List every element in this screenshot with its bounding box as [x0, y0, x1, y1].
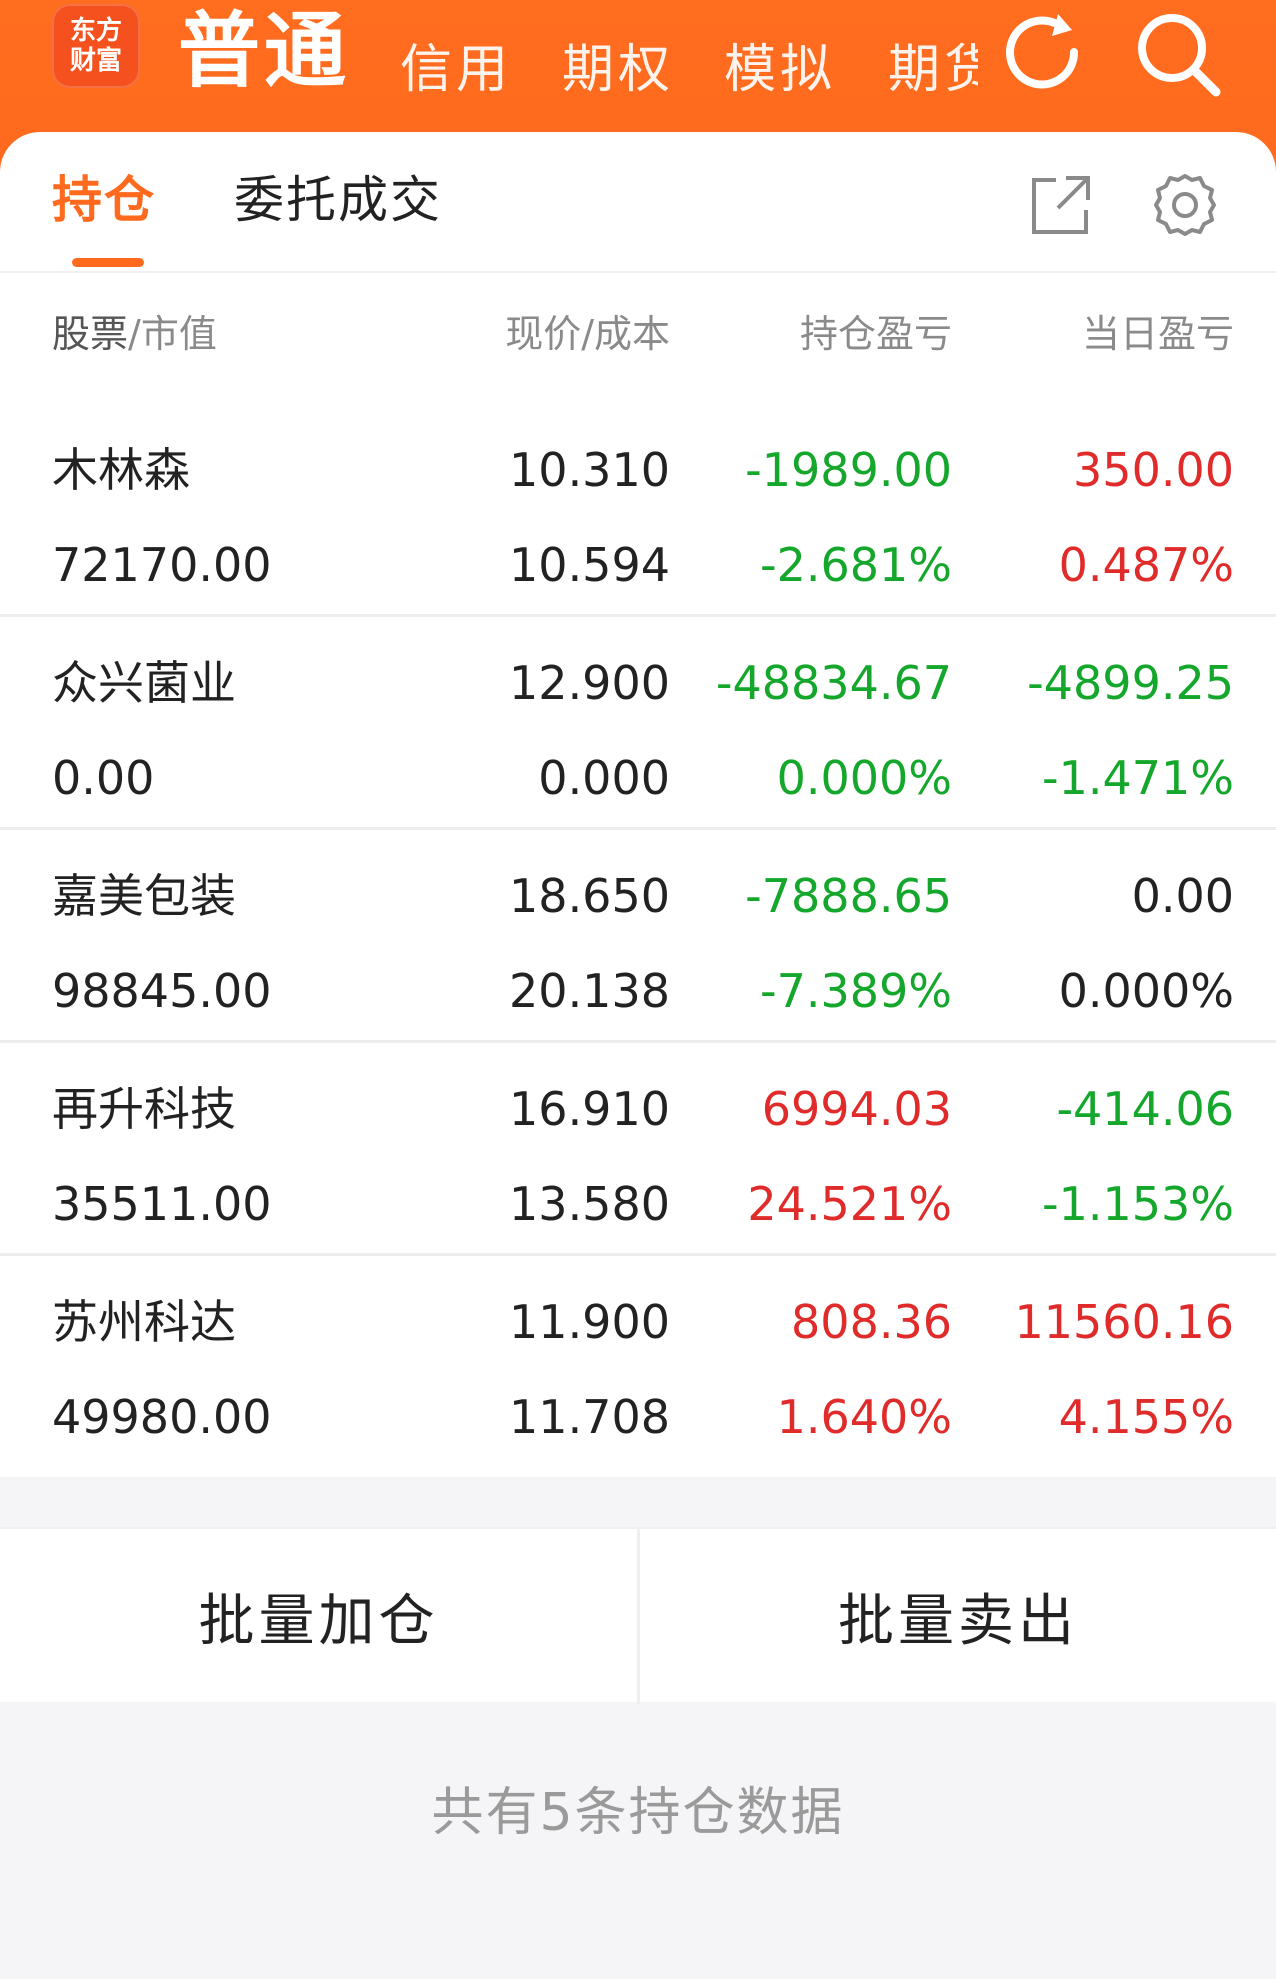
- position-pl: -7888.65: [745, 869, 952, 923]
- position-row[interactable]: 木林森 72170.00 10.310 10.594 -1989.00 -2.6…: [0, 404, 1276, 617]
- market-value: 0.00: [52, 751, 155, 805]
- current-price: 12.900: [509, 656, 670, 710]
- current-price: 16.910: [509, 1082, 670, 1136]
- settings-gear-icon[interactable]: [1150, 170, 1220, 240]
- day-pl-percent: 0.000%: [1058, 964, 1234, 1018]
- position-pl: 6994.03: [761, 1082, 952, 1136]
- header-price-cost: 现价/成本: [505, 312, 670, 356]
- market-value: 49980.00: [52, 1390, 272, 1444]
- position-pl: 808.36: [791, 1295, 952, 1349]
- tab-orders-trades[interactable]: 委托成交: [234, 168, 442, 232]
- stock-name: 苏州科达: [52, 1295, 236, 1349]
- day-pl: 0.00: [1131, 869, 1234, 923]
- cost-price: 11.708: [509, 1390, 670, 1444]
- search-icon[interactable]: [1132, 8, 1224, 100]
- header-position-pl: 持仓盈亏: [799, 312, 952, 356]
- batch-sell-button[interactable]: 批量卖出: [640, 1529, 1276, 1704]
- header-stock-market-value: 股票/市值: [52, 304, 217, 364]
- export-icon[interactable]: [1026, 170, 1096, 240]
- position-pl-percent: -2.681%: [760, 538, 952, 592]
- market-value: 98845.00: [52, 964, 272, 1018]
- day-pl-percent: 0.487%: [1058, 538, 1234, 592]
- cost-price: 13.580: [509, 1177, 670, 1231]
- header-market-value: /市值: [128, 312, 217, 356]
- position-row[interactable]: 再升科技 35511.00 16.910 13.580 6994.03 24.5…: [0, 1043, 1276, 1256]
- positions-table-header: 股票/市值 现价/成本 持仓盈亏 当日盈亏: [0, 304, 1276, 374]
- cost-price: 20.138: [509, 964, 670, 1018]
- batch-add-button[interactable]: 批量加仓: [0, 1529, 637, 1704]
- refresh-icon[interactable]: [998, 8, 1090, 100]
- positions-list: 木林森 72170.00 10.310 10.594 -1989.00 -2.6…: [0, 404, 1276, 1469]
- tab-positions[interactable]: 持仓: [52, 168, 156, 232]
- app-screen: 东方 财富 普通 信用 期权 模拟 期货 持仓 委托成交 股票/市值 现价/成本…: [0, 0, 1276, 1979]
- nav-tab-futures[interactable]: 期货: [888, 38, 978, 102]
- active-tab-indicator: [72, 258, 144, 267]
- day-pl: -414.06: [1056, 1082, 1234, 1136]
- day-pl: 11560.16: [1014, 1295, 1235, 1349]
- position-row[interactable]: 众兴菌业 0.00 12.900 0.000 -48834.67 0.000% …: [0, 617, 1276, 830]
- position-row[interactable]: 苏州科达 49980.00 11.900 11.708 808.36 1.640…: [0, 1256, 1276, 1469]
- stock-name: 嘉美包装: [52, 869, 236, 923]
- header-stock: 股票: [52, 312, 129, 356]
- day-pl: 350.00: [1073, 443, 1234, 497]
- position-pl-percent: 24.521%: [747, 1177, 952, 1231]
- nav-tab-options[interactable]: 期权: [562, 38, 674, 102]
- nav-tab-normal[interactable]: 普通: [178, 4, 350, 100]
- current-price: 18.650: [509, 869, 670, 923]
- cost-price: 0.000: [538, 751, 670, 805]
- market-value: 72170.00: [52, 538, 272, 592]
- position-pl: -1989.00: [745, 443, 952, 497]
- nav-tab-simulation[interactable]: 模拟: [724, 38, 836, 102]
- cost-price: 10.594: [509, 538, 670, 592]
- nav-tab-credit[interactable]: 信用: [400, 38, 512, 102]
- stock-name: 再升科技: [52, 1082, 236, 1136]
- day-pl-percent: -1.153%: [1042, 1177, 1234, 1231]
- positions-card: 持仓 委托成交 股票/市值 现价/成本 持仓盈亏 当日盈亏 木林森 72170.…: [0, 132, 1276, 1477]
- position-pl-percent: -7.389%: [760, 964, 952, 1018]
- stock-name: 木林森: [52, 443, 190, 497]
- market-value: 35511.00: [52, 1177, 272, 1231]
- day-pl: -4899.25: [1027, 656, 1234, 710]
- batch-action-bar: 批量加仓 批量卖出: [0, 1527, 1276, 1704]
- day-pl-percent: 4.155%: [1058, 1390, 1234, 1444]
- position-pl: -48834.67: [715, 656, 952, 710]
- position-pl-percent: 1.640%: [776, 1390, 952, 1444]
- position-pl-percent: 0.000%: [776, 751, 952, 805]
- account-type-nav: 普通 信用 期权 模拟 期货: [0, 0, 1000, 130]
- header-day-pl: 当日盈亏: [1081, 312, 1234, 356]
- current-price: 11.900: [509, 1295, 670, 1349]
- current-price: 10.310: [509, 443, 670, 497]
- stock-name: 众兴菌业: [52, 656, 236, 710]
- positions-count-summary: 共有5条持仓数据: [431, 1783, 845, 1843]
- day-pl-percent: -1.471%: [1042, 751, 1234, 805]
- position-row[interactable]: 嘉美包装 98845.00 18.650 20.138 -7888.65 -7.…: [0, 830, 1276, 1043]
- positions-tabs: 持仓 委托成交: [0, 132, 1276, 273]
